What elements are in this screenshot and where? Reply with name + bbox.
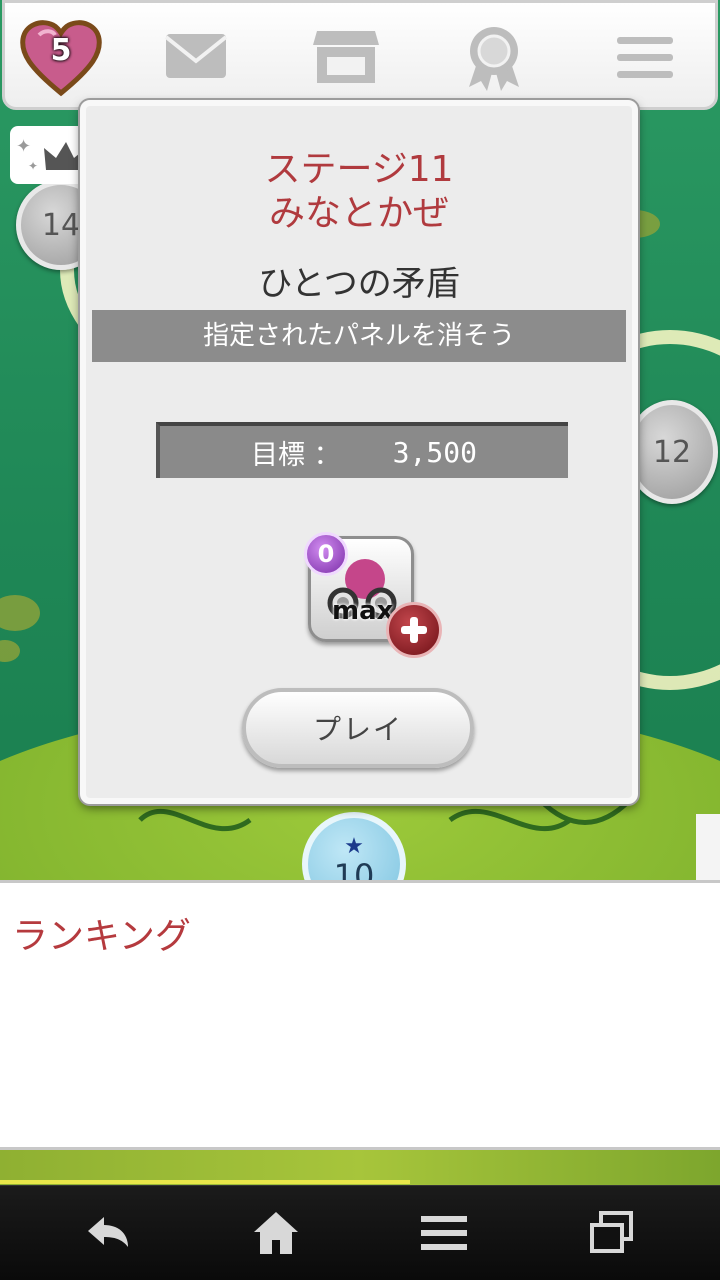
back-icon xyxy=(88,1217,128,1247)
top-bar: 5 xyxy=(2,0,718,110)
mission-text: 指定されたパネルを消そう xyxy=(92,310,626,362)
item-label: max xyxy=(332,596,394,626)
crown-icon: ✦ ✦ xyxy=(16,136,86,173)
stage-subtitle: ひとつの矛盾 xyxy=(258,264,460,304)
lily-pad xyxy=(0,640,20,662)
stage-node-label: 12 xyxy=(652,434,692,470)
svg-text:✦: ✦ xyxy=(28,159,38,173)
crown-tab[interactable]: ✦ ✦ xyxy=(10,126,90,184)
menu-icon xyxy=(421,1216,467,1250)
windows-icon xyxy=(590,1211,633,1253)
star-icon: ★ xyxy=(344,834,364,859)
stage-node-12[interactable]: 12 xyxy=(626,400,718,504)
system-nav-bar xyxy=(0,1185,720,1280)
home-button[interactable] xyxy=(246,1208,306,1258)
loading-bar xyxy=(0,1180,410,1184)
mail-icon[interactable] xyxy=(163,31,229,81)
stage-popup: ステージ11 みなとかぜ ひとつの矛盾 指定されたパネルを消そう 目標 ： 3,… xyxy=(80,100,638,804)
home-icon xyxy=(254,1212,298,1254)
stage-name: みなとかぜ xyxy=(268,193,449,234)
target-label: 目標 ： xyxy=(251,439,341,471)
target-value: 3,500 xyxy=(392,435,477,469)
menu-button[interactable] xyxy=(414,1208,474,1258)
add-item-icon[interactable] xyxy=(386,602,442,658)
menu-icon[interactable] xyxy=(617,35,673,79)
target-score-box: 目標 ： 3,500 xyxy=(156,422,568,478)
back-button[interactable] xyxy=(78,1208,138,1258)
play-button[interactable]: プレイ xyxy=(242,688,474,768)
ranking-panel: ランキング xyxy=(0,880,720,1150)
award-icon[interactable] xyxy=(463,25,525,93)
ranking-title: ランキング xyxy=(12,916,191,957)
shop-icon[interactable] xyxy=(311,27,381,87)
svg-text:✦: ✦ xyxy=(16,136,31,157)
recent-apps-button[interactable] xyxy=(582,1208,642,1258)
lives-count: 5 xyxy=(50,33,72,68)
stage-node-label: 14 xyxy=(41,207,81,243)
lily-pad xyxy=(0,595,40,631)
item-count-badge: 0 xyxy=(304,532,348,576)
